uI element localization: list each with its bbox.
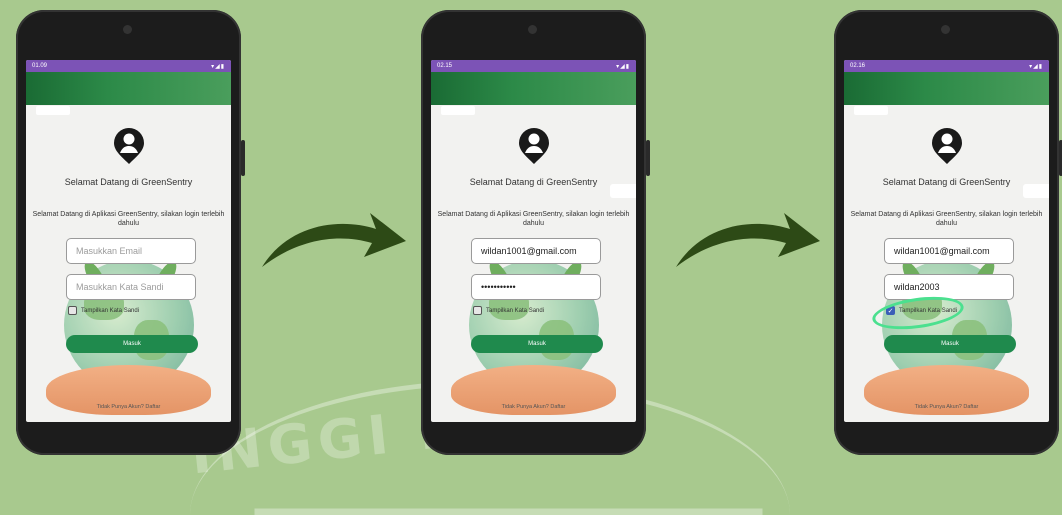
- email-field[interactable]: wildan1001@gmail.com: [884, 238, 1014, 264]
- password-field[interactable]: •••••••••••: [471, 274, 601, 300]
- app-bar: [26, 72, 231, 105]
- camera-icon: [941, 25, 950, 34]
- signal-battery-icon: ▾◢▮: [1029, 63, 1043, 70]
- signal-battery-icon: ▾◢▮: [211, 63, 225, 70]
- show-password-label: Tampilkan Kata Sandi: [486, 307, 545, 314]
- login-subtitle: Selamat Datang di Aplikasi GreenSentry, …: [850, 211, 1043, 227]
- login-button[interactable]: Masuk: [66, 335, 198, 353]
- show-password-row[interactable]: Tampilkan Kata Sandi: [68, 306, 139, 315]
- status-bar: 02.15 ▾◢▮: [431, 60, 636, 72]
- welcome-title: Selamat Datang di GreenSentry: [882, 177, 1011, 187]
- camera-icon: [123, 25, 132, 34]
- phone-frame-2: 02.15 ▾◢▮ Selamat Datang di GreenSentry …: [421, 10, 650, 455]
- login-subtitle: Selamat Datang di Aplikasi GreenSentry, …: [32, 211, 225, 227]
- email-field[interactable]: wildan1001@gmail.com: [471, 238, 601, 264]
- status-time: 02.15: [437, 63, 453, 69]
- power-button: [646, 140, 650, 176]
- login-button[interactable]: Masuk: [471, 335, 603, 353]
- app-bar: [844, 72, 1049, 105]
- screen-3: 02.16 ▾◢▮ Selamat Datang di GreenSentry …: [844, 60, 1049, 422]
- show-password-label: Tampilkan Kata Sandi: [81, 307, 140, 314]
- welcome-title: Selamat Datang di GreenSentry: [469, 177, 598, 187]
- password-field[interactable]: wildan2003: [884, 274, 1014, 300]
- screen-1: 01.09 ▾◢▮ Selamat Datang di GreenSentry …: [26, 60, 231, 422]
- app-bar: [431, 72, 636, 105]
- status-bar: 02.16 ▾◢▮: [844, 60, 1049, 72]
- user-location-icon: [932, 128, 962, 164]
- status-bar: 01.09 ▾◢▮: [26, 60, 231, 72]
- tab-indicator: [36, 106, 70, 115]
- password-field[interactable]: Masukkan Kata Sandi: [66, 274, 196, 300]
- register-link[interactable]: Tidak Punya Akun? Daftar: [26, 404, 231, 410]
- login-button[interactable]: Masuk: [884, 335, 1016, 353]
- screen-2: 02.15 ▾◢▮ Selamat Datang di GreenSentry …: [431, 60, 636, 422]
- decorative-card: [1023, 184, 1049, 198]
- power-button: [241, 140, 245, 176]
- arrow-right-icon: [262, 213, 406, 267]
- user-location-icon: [114, 128, 144, 164]
- phone-frame-3: 02.16 ▾◢▮ Selamat Datang di GreenSentry …: [834, 10, 1062, 455]
- signal-battery-icon: ▾◢▮: [616, 63, 630, 70]
- show-password-checkbox[interactable]: [68, 306, 77, 315]
- user-location-icon: [519, 128, 549, 164]
- arrow-right-icon: [676, 213, 820, 267]
- show-password-checkbox[interactable]: [473, 306, 482, 315]
- welcome-title: Selamat Datang di GreenSentry: [64, 177, 193, 187]
- camera-icon: [528, 25, 537, 34]
- show-password-row[interactable]: Tampilkan Kata Sandi: [473, 306, 544, 315]
- login-subtitle: Selamat Datang di Aplikasi GreenSentry, …: [437, 211, 630, 227]
- email-field[interactable]: Masukkan Email: [66, 238, 196, 264]
- tab-indicator: [854, 106, 888, 115]
- tab-indicator: [441, 106, 475, 115]
- phone-frame-1: 01.09 ▾◢▮ Selamat Datang di GreenSentry …: [16, 10, 245, 455]
- status-time: 02.16: [850, 63, 866, 69]
- status-time: 01.09: [32, 63, 48, 69]
- decorative-card: [610, 184, 636, 198]
- register-link[interactable]: Tidak Punya Akun? Daftar: [844, 404, 1049, 410]
- register-link[interactable]: Tidak Punya Akun? Daftar: [431, 404, 636, 410]
